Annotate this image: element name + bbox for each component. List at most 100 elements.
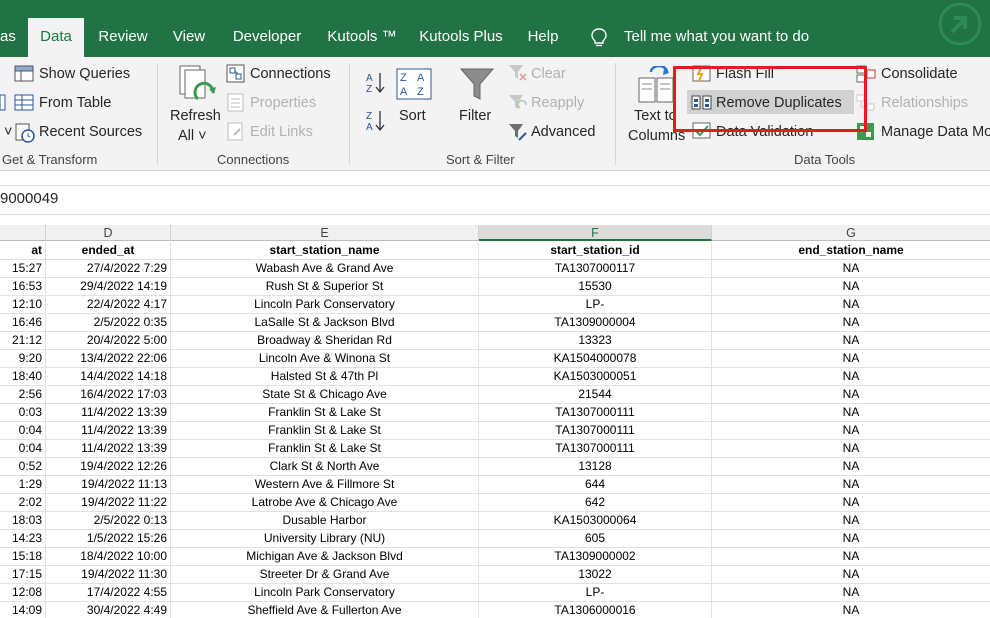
table-cell[interactable]: 642: [479, 494, 712, 512]
table-cell[interactable]: 11/4/2022 13:39: [46, 404, 171, 422]
remove-duplicates-button[interactable]: Remove Duplicates: [716, 94, 842, 112]
table-cell[interactable]: 20/4/2022 5:00: [46, 332, 171, 350]
table-cell[interactable]: NA: [712, 476, 990, 494]
table-cell[interactable]: 11/4/2022 13:39: [46, 422, 171, 440]
table-cell[interactable]: 19/4/2022 11:22: [46, 494, 171, 512]
refresh-all-button[interactable]: Refresh: [170, 107, 221, 125]
table-cell[interactable]: Western Ave & Fillmore St: [171, 476, 479, 494]
tab-developer[interactable]: Developer: [226, 18, 308, 57]
table-cell[interactable]: 19/4/2022 11:30: [46, 566, 171, 584]
table-cell[interactable]: Lincoln Ave & Winona St: [171, 350, 479, 368]
tab-view[interactable]: View: [166, 18, 212, 57]
table-cell[interactable]: 12:08: [0, 584, 46, 602]
column-header-d[interactable]: D: [46, 225, 171, 241]
table-cell[interactable]: 19/4/2022 11:13: [46, 476, 171, 494]
table-cell[interactable]: 21544: [479, 386, 712, 404]
show-queries-button[interactable]: Show Queries: [39, 65, 130, 83]
table-cell[interactable]: 13/4/2022 22:06: [46, 350, 171, 368]
table-cell[interactable]: 14/4/2022 14:18: [46, 368, 171, 386]
spreadsheet-grid[interactable]: D E F G at ended_at start_station_name s…: [0, 225, 990, 618]
table-cell[interactable]: NA: [712, 314, 990, 332]
table-cell[interactable]: 1/5/2022 15:26: [46, 530, 171, 548]
table-cell[interactable]: 2/5/2022 0:35: [46, 314, 171, 332]
table-cell[interactable]: Dusable Harbor: [171, 512, 479, 530]
table-cell[interactable]: NA: [712, 494, 990, 512]
header-cell[interactable]: start_station_name: [171, 242, 479, 260]
table-cell[interactable]: LP-: [479, 584, 712, 602]
table-cell[interactable]: NA: [712, 296, 990, 314]
table-cell[interactable]: 2:02: [0, 494, 46, 512]
properties-button[interactable]: Properties: [250, 94, 316, 112]
from-table-button[interactable]: From Table: [39, 94, 111, 112]
table-cell[interactable]: 15:18: [0, 548, 46, 566]
tab-kutools-plus[interactable]: Kutools Plus: [414, 18, 508, 57]
header-cell[interactable]: start_station_id: [479, 242, 712, 260]
table-cell[interactable]: Rush St & Superior St: [171, 278, 479, 296]
tab-help[interactable]: Help: [520, 18, 566, 57]
table-cell[interactable]: 22/4/2022 4:17: [46, 296, 171, 314]
table-cell[interactable]: NA: [712, 458, 990, 476]
table-cell[interactable]: NA: [712, 386, 990, 404]
table-cell[interactable]: NA: [712, 566, 990, 584]
table-cell[interactable]: Sheffield Ave & Fullerton Ave: [171, 602, 479, 618]
table-cell[interactable]: NA: [712, 404, 990, 422]
table-cell[interactable]: 12:10: [0, 296, 46, 314]
table-cell[interactable]: 18:40: [0, 368, 46, 386]
table-cell[interactable]: 17:15: [0, 566, 46, 584]
tab-review[interactable]: Review: [93, 18, 153, 57]
table-cell[interactable]: 13022: [479, 566, 712, 584]
table-cell[interactable]: 14:23: [0, 530, 46, 548]
table-cell[interactable]: TA1306000016: [479, 602, 712, 618]
table-cell[interactable]: 0:04: [0, 422, 46, 440]
header-cell[interactable]: ended_at: [46, 242, 171, 260]
table-cell[interactable]: NA: [712, 530, 990, 548]
table-cell[interactable]: 18:03: [0, 512, 46, 530]
column-header-e[interactable]: E: [171, 225, 479, 241]
table-cell[interactable]: NA: [712, 332, 990, 350]
sort-button[interactable]: Sort: [399, 107, 426, 125]
table-cell[interactable]: Lincoln Park Conservatory: [171, 296, 479, 314]
column-header-c[interactable]: [0, 225, 46, 241]
table-cell[interactable]: TA1309000002: [479, 548, 712, 566]
connections-button[interactable]: Connections: [250, 65, 331, 83]
consolidate-button[interactable]: Consolidate: [881, 65, 958, 83]
table-cell[interactable]: 13323: [479, 332, 712, 350]
table-cell[interactable]: Streeter Dr & Grand Ave: [171, 566, 479, 584]
table-cell[interactable]: Latrobe Ave & Chicago Ave: [171, 494, 479, 512]
table-cell[interactable]: 16:46: [0, 314, 46, 332]
table-cell[interactable]: 13128: [479, 458, 712, 476]
table-cell[interactable]: 1:29: [0, 476, 46, 494]
table-cell[interactable]: TA1307000117: [479, 260, 712, 278]
relationships-button[interactable]: Relationships: [881, 94, 968, 112]
header-cell[interactable]: at: [0, 242, 46, 260]
recent-sources-button[interactable]: Recent Sources: [39, 123, 142, 141]
table-cell[interactable]: Michigan Ave & Jackson Blvd: [171, 548, 479, 566]
table-cell[interactable]: NA: [712, 368, 990, 386]
table-cell[interactable]: 21:12: [0, 332, 46, 350]
table-cell[interactable]: 15:27: [0, 260, 46, 278]
column-header-g[interactable]: G: [712, 225, 990, 241]
table-cell[interactable]: 16:53: [0, 278, 46, 296]
table-cell[interactable]: 27/4/2022 7:29: [46, 260, 171, 278]
table-cell[interactable]: Clark St & North Ave: [171, 458, 479, 476]
table-cell[interactable]: Franklin St & Lake St: [171, 404, 479, 422]
table-cell[interactable]: NA: [712, 350, 990, 368]
table-cell[interactable]: Franklin St & Lake St: [171, 422, 479, 440]
table-cell[interactable]: University Library (NU): [171, 530, 479, 548]
table-cell[interactable]: State St & Chicago Ave: [171, 386, 479, 404]
table-cell[interactable]: NA: [712, 602, 990, 618]
table-cell[interactable]: 14:09: [0, 602, 46, 618]
tab-formulas[interactable]: as: [0, 18, 20, 57]
table-cell[interactable]: 16/4/2022 17:03: [46, 386, 171, 404]
table-cell[interactable]: 18/4/2022 10:00: [46, 548, 171, 566]
header-cell[interactable]: end_station_name: [712, 242, 990, 260]
table-cell[interactable]: 17/4/2022 4:55: [46, 584, 171, 602]
table-cell[interactable]: Franklin St & Lake St: [171, 440, 479, 458]
table-cell[interactable]: TA1307000111: [479, 440, 712, 458]
table-cell[interactable]: NA: [712, 422, 990, 440]
table-cell[interactable]: TA1309000004: [479, 314, 712, 332]
flash-fill-button[interactable]: Flash Fill: [716, 65, 774, 83]
table-cell[interactable]: 0:04: [0, 440, 46, 458]
edit-links-button[interactable]: Edit Links: [250, 123, 313, 141]
column-header-f[interactable]: F: [479, 225, 712, 241]
